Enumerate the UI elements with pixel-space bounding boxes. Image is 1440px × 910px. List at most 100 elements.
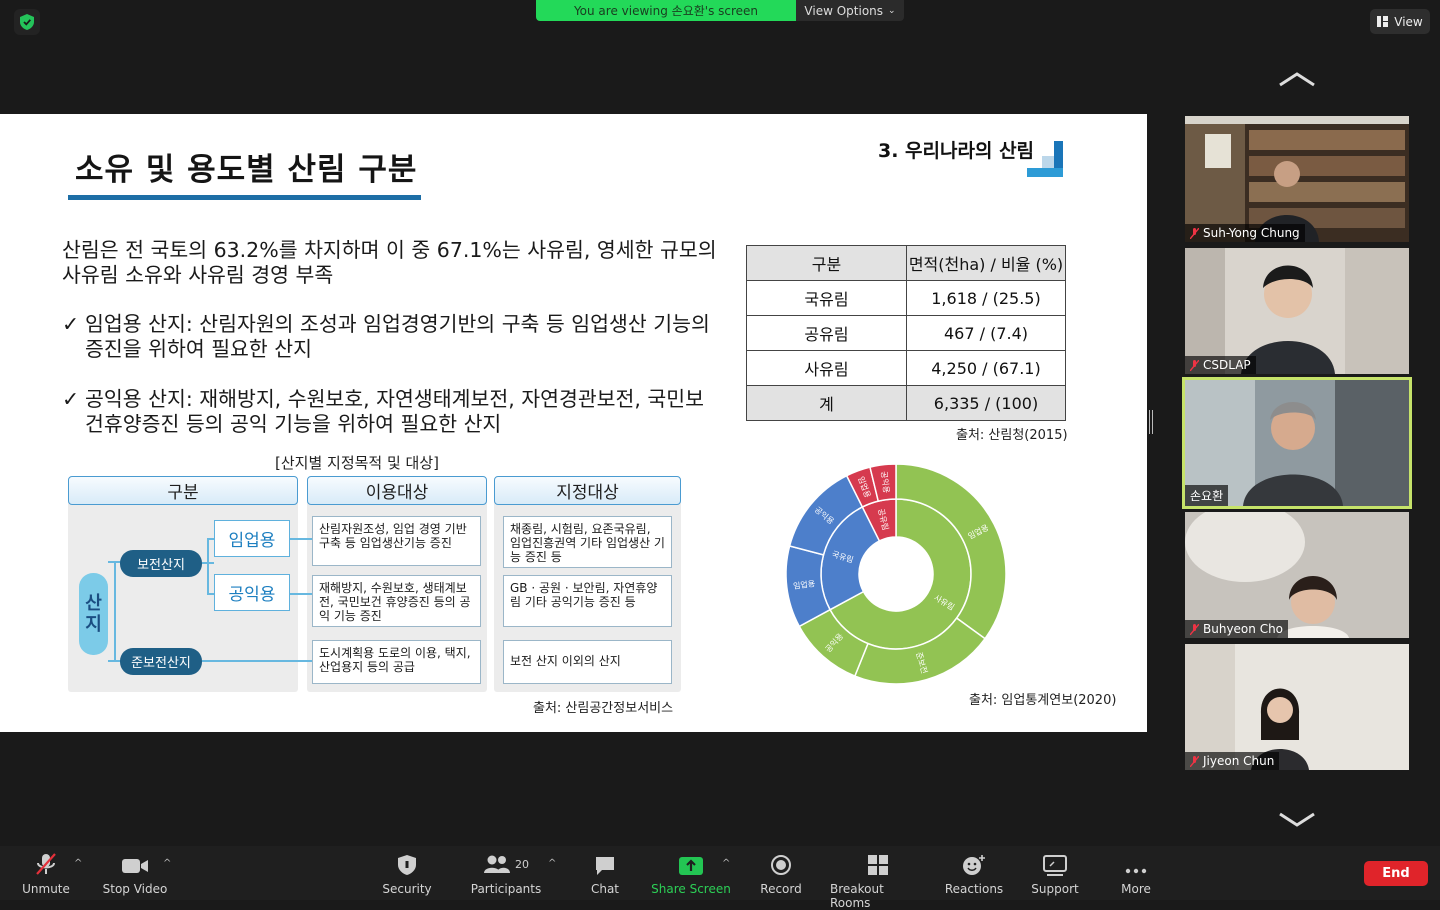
muted-mic-icon [1189, 623, 1200, 635]
end-meeting-button[interactable]: End [1364, 861, 1428, 886]
diagram-target-box: 채종림, 시험림, 요존국유림, 임업진흥권역 기타 임업생산 기능 증진 등 [503, 516, 672, 568]
table-cell: 계 [746, 385, 907, 421]
support-screen-icon [1043, 855, 1067, 876]
scroll-up-chevron-icon[interactable] [1276, 70, 1318, 90]
reactions-button[interactable]: Reactions [944, 852, 1004, 896]
chat-label: Chat [590, 882, 620, 896]
diagram-target-box: GB · 공원 · 보안림, 자연휴양림 기타 공익기능 증진 등 [503, 575, 672, 627]
diagram-usage-box: 재해방지, 수원보호, 생태계보전, 국민보건 휴양증진 등의 공익 기능 증진 [312, 575, 481, 627]
table-cell: 사유림 [746, 350, 907, 386]
chat-button[interactable]: Chat [588, 852, 622, 896]
check-icon: ✓ [62, 312, 80, 336]
participants-count: 20 [515, 857, 529, 871]
participants-label: Participants [470, 882, 542, 896]
diagram-usage-box: 도시계획용 도로의 이용, 택지, 산업용지 등의 공급 [312, 640, 481, 684]
stop-video-label: Stop Video [102, 882, 168, 896]
table-header: 구분 [746, 245, 907, 281]
participant-name-label: Jiyeon Chun [1185, 752, 1280, 770]
share-screen-button[interactable]: Share Screen [650, 852, 732, 896]
diagram-source: 출처: 산림공간정보서비스 [533, 701, 674, 716]
chat-bubble-icon [596, 857, 614, 875]
video-options-caret-icon[interactable]: ^ [163, 858, 171, 869]
diagram-target-box: 보전 산지 이외의 산지 [503, 640, 672, 684]
chart-source: 출처: 임업통계연보(2020) [969, 693, 1117, 708]
more-button[interactable]: More [1118, 852, 1154, 896]
record-label: Record [760, 882, 802, 896]
view-button[interactable]: View [1370, 9, 1430, 34]
record-icon [771, 855, 791, 875]
panel-resize-handle[interactable] [1149, 410, 1153, 434]
participant-name-label: CSDLAP [1185, 356, 1256, 374]
table-header-row: 구분 면적(천ha) / 비율 (%) [746, 245, 1066, 281]
diagram-node-public: 공익용 [214, 574, 290, 611]
share-options-caret-icon[interactable]: ^ [722, 858, 730, 869]
participant-name: 손요환 [1190, 489, 1224, 503]
reactions-label: Reactions [944, 882, 1004, 896]
muted-mic-icon [1189, 755, 1200, 767]
diagram-node-semi-preserve: 준보전산지 [120, 648, 202, 675]
muted-mic-icon [1189, 359, 1200, 371]
table-cell: 1,618 / (25.5) [906, 280, 1066, 316]
slide-title: 소유 및 용도별 산림 구분 [75, 152, 418, 188]
bullet-text: 임업용 산지: 산림자원의 조성과 임업경영기반의 구축 등 임업생산 기능의 … [85, 312, 710, 361]
diagram-node-forestry: 임업용 [214, 520, 290, 557]
security-shield-icon[interactable] [14, 9, 40, 35]
shared-screen-slide: 소유 및 용도별 산림 구분 3. 우리나라의 산림 산림은 전 국토의 63.… [0, 114, 1147, 732]
unmute-label: Unmute [22, 882, 70, 896]
more-dots-icon [1125, 868, 1147, 874]
check-icon: ✓ [62, 387, 80, 411]
participant-tile[interactable]: Jiyeon Chun [1185, 644, 1409, 770]
forest-ownership-table: 구분 면적(천ha) / 비율 (%) 국유림 1,618 / (25.5) 공… [746, 245, 1066, 421]
table-row: 사유림 4,250 / (67.1) [746, 350, 1066, 386]
participant-name-label: Buhyeon Cho [1185, 620, 1289, 638]
participant-tile-active-speaker[interactable]: 손요환 [1182, 377, 1412, 509]
chevron-down-icon: ⌄ [888, 5, 896, 16]
share-screen-label: Share Screen [651, 882, 731, 896]
participants-button[interactable]: 20 Participants [470, 852, 542, 896]
diagram-usage-box: 산림자원조성, 임업 경영 기반 구축 등 임업생산기능 증진 [312, 516, 481, 566]
muted-mic-icon [1189, 227, 1200, 239]
video-camera-icon [122, 859, 148, 873]
breakout-rooms-button[interactable]: Breakout Rooms [830, 852, 926, 910]
participant-tile[interactable]: CSDLAP [1185, 248, 1409, 374]
diagram-col-header: 이용대상 [307, 476, 487, 505]
unmute-button[interactable]: Unmute [22, 852, 70, 896]
view-options-button[interactable]: View Options ⌄ [796, 0, 904, 21]
table-cell: 국유림 [746, 280, 907, 316]
participants-caret-icon[interactable]: ^ [548, 858, 556, 869]
section-label: 3. 우리나라의 산림 [878, 140, 1035, 162]
participant-tile[interactable]: Suh-Yong Chung [1185, 116, 1409, 242]
bullet-public-use: ✓ 공익용 산지: 재해방지, 수원보호, 자연생태계보전, 자연경관보전, 국… [62, 387, 722, 437]
view-button-label: View [1394, 14, 1423, 29]
stop-video-button[interactable]: Stop Video [100, 852, 170, 896]
security-button[interactable]: Security [380, 852, 434, 896]
bullet-forestry-use: ✓ 임업용 산지: 산림자원의 조성과 임업경영기반의 구축 등 임업생산 기능… [62, 312, 722, 362]
table-cell: 467 / (7.4) [906, 315, 1066, 351]
audio-options-caret-icon[interactable]: ^ [74, 858, 82, 869]
bullet-text: 공익용 산지: 재해방지, 수원보호, 자연생태계보전, 자연경관보전, 국민보… [85, 387, 705, 436]
participant-name-label: Suh-Yong Chung [1185, 224, 1305, 242]
title-underline [68, 195, 421, 200]
participant-name: Buhyeon Cho [1203, 622, 1284, 636]
grid-view-icon [1377, 16, 1389, 27]
participant-tile[interactable]: Buhyeon Cho [1185, 512, 1409, 638]
table-row: 공유림 467 / (7.4) [746, 315, 1066, 351]
diagram-title: [산지별 지정목적 및 대상] [275, 454, 440, 472]
scroll-down-chevron-icon[interactable] [1276, 809, 1318, 829]
diagram-root-node: 산 지 [79, 573, 108, 655]
table-header: 면적(천ha) / 비율 (%) [906, 245, 1066, 281]
record-button[interactable]: Record [758, 852, 804, 896]
participants-icon [484, 855, 510, 873]
participant-name: Suh-Yong Chung [1203, 226, 1300, 240]
participant-name: CSDLAP [1203, 358, 1251, 372]
table-row: 국유림 1,618 / (25.5) [746, 280, 1066, 316]
support-button[interactable]: Support [1028, 852, 1082, 896]
participant-name: Jiyeon Chun [1203, 754, 1275, 768]
share-screen-icon [679, 857, 703, 875]
muted-mic-icon [36, 853, 56, 875]
forest-sunburst-chart: 사유림국유림공유림임업용준보전공익용임업용공익용임업용 공익용 [785, 463, 1007, 685]
security-label: Security [382, 882, 432, 896]
shield-icon [398, 855, 416, 875]
table-cell: 공유림 [746, 315, 907, 351]
breakout-rooms-label: Breakout Rooms [830, 882, 884, 910]
